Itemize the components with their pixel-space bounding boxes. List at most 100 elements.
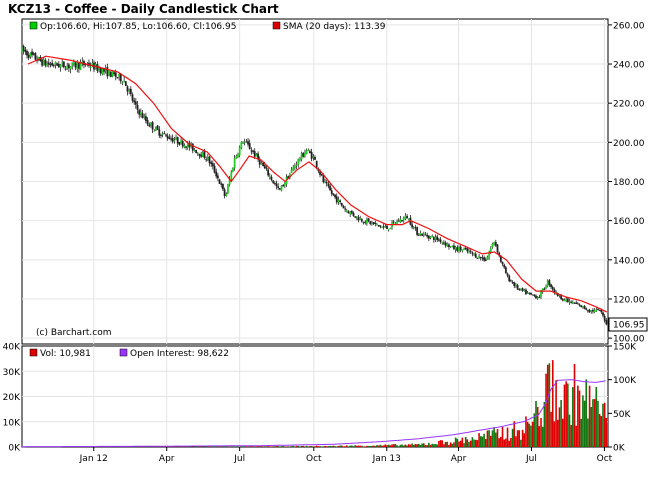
volume-bar bbox=[592, 399, 594, 447]
volume-bar bbox=[602, 404, 604, 447]
candle-body bbox=[527, 293, 529, 294]
candle-body bbox=[455, 247, 457, 250]
candle-body bbox=[177, 137, 179, 143]
volume-bar bbox=[570, 425, 572, 447]
volume-bar bbox=[405, 445, 407, 447]
volume-bar bbox=[262, 446, 264, 447]
volume-right-tick-label: 0K bbox=[613, 444, 626, 454]
candle-body bbox=[143, 116, 145, 117]
volume-bar bbox=[219, 446, 221, 447]
candle-body bbox=[430, 236, 432, 238]
candle-body bbox=[217, 176, 219, 179]
volume-bar bbox=[212, 446, 214, 447]
candle-body bbox=[564, 300, 566, 301]
candle-body bbox=[359, 219, 361, 220]
volume-bar bbox=[483, 434, 485, 447]
candle-body bbox=[167, 136, 169, 139]
candle-body bbox=[572, 302, 574, 303]
volume-bar bbox=[199, 446, 201, 447]
candle-body bbox=[112, 71, 114, 76]
volume-bar bbox=[249, 446, 251, 447]
volume-bar bbox=[495, 432, 497, 447]
candle-body bbox=[31, 52, 33, 55]
candle-body bbox=[195, 150, 197, 153]
candle-body bbox=[309, 151, 311, 153]
candle-body bbox=[349, 212, 351, 214]
candle-body bbox=[158, 129, 160, 135]
candle-body bbox=[580, 305, 582, 307]
volume-bar bbox=[421, 443, 423, 447]
volume-bar bbox=[500, 437, 502, 447]
volume-bar bbox=[338, 446, 340, 447]
volume-bar bbox=[601, 416, 603, 447]
volume-bar bbox=[301, 446, 303, 447]
candle-body bbox=[438, 239, 440, 240]
volume-bar bbox=[554, 421, 556, 447]
volume-bar bbox=[261, 446, 263, 447]
candle-body bbox=[113, 72, 115, 74]
candle-body bbox=[393, 222, 395, 223]
volume-bar bbox=[408, 444, 410, 447]
volume-bar bbox=[550, 412, 552, 447]
candle-body bbox=[314, 157, 316, 160]
volume-bar bbox=[532, 422, 534, 447]
candle-body bbox=[388, 229, 390, 230]
candle-body bbox=[443, 243, 445, 244]
candle-body bbox=[326, 182, 328, 184]
candle-body bbox=[106, 67, 108, 76]
volume-bar bbox=[579, 391, 581, 447]
candle-body bbox=[56, 63, 58, 65]
volume-bar bbox=[520, 440, 522, 447]
candle-body bbox=[364, 222, 366, 223]
candle-body bbox=[537, 297, 539, 298]
price-legend: Op:106.60, Hi:107.85, Lo:106.60, Cl:106.… bbox=[30, 22, 386, 32]
candle-body bbox=[522, 288, 524, 291]
candle-body bbox=[478, 256, 480, 258]
volume-bar bbox=[274, 446, 276, 447]
candle-body bbox=[602, 312, 604, 315]
candle-body bbox=[53, 65, 55, 66]
candle-body bbox=[528, 293, 530, 294]
candle-body bbox=[150, 123, 152, 125]
volume-bar bbox=[472, 437, 474, 447]
volume-bar bbox=[395, 444, 397, 447]
volume-bar bbox=[393, 444, 395, 447]
candle-body bbox=[399, 219, 401, 223]
candle-body bbox=[127, 86, 129, 91]
candle-body bbox=[530, 293, 532, 295]
volume-bar bbox=[292, 446, 294, 447]
candle-body bbox=[595, 310, 597, 311]
candle-body bbox=[225, 194, 227, 196]
candle-body bbox=[291, 170, 293, 173]
volume-bar bbox=[256, 446, 258, 447]
candle-body bbox=[207, 157, 209, 160]
candle-body bbox=[65, 69, 67, 70]
candle-body bbox=[269, 176, 271, 177]
volume-legend-swatch bbox=[30, 349, 37, 356]
volume-bar bbox=[518, 430, 520, 447]
candle-body bbox=[505, 267, 507, 273]
candle-body bbox=[219, 179, 221, 184]
candle-body bbox=[75, 63, 77, 68]
volume-bar bbox=[530, 426, 532, 447]
candle-body bbox=[421, 234, 423, 236]
candle-body bbox=[405, 216, 407, 219]
volume-bar bbox=[272, 446, 274, 447]
volume-bar bbox=[354, 445, 356, 447]
candle-body bbox=[570, 302, 572, 303]
candle-body bbox=[272, 180, 274, 182]
candle-body bbox=[379, 226, 381, 227]
volume-bar bbox=[252, 446, 254, 447]
volume-bar bbox=[246, 446, 248, 447]
candle-body bbox=[256, 154, 258, 156]
candle-body bbox=[250, 150, 252, 151]
volume-bar bbox=[512, 429, 514, 447]
volume-bar bbox=[485, 439, 487, 447]
volume-bar bbox=[527, 422, 529, 447]
volume-bar bbox=[361, 446, 363, 447]
candle-body bbox=[110, 72, 112, 77]
candle-body bbox=[311, 152, 313, 159]
candle-body bbox=[214, 166, 216, 173]
volume-bar bbox=[590, 407, 592, 447]
last-price-marker: 106.95 bbox=[609, 318, 647, 331]
